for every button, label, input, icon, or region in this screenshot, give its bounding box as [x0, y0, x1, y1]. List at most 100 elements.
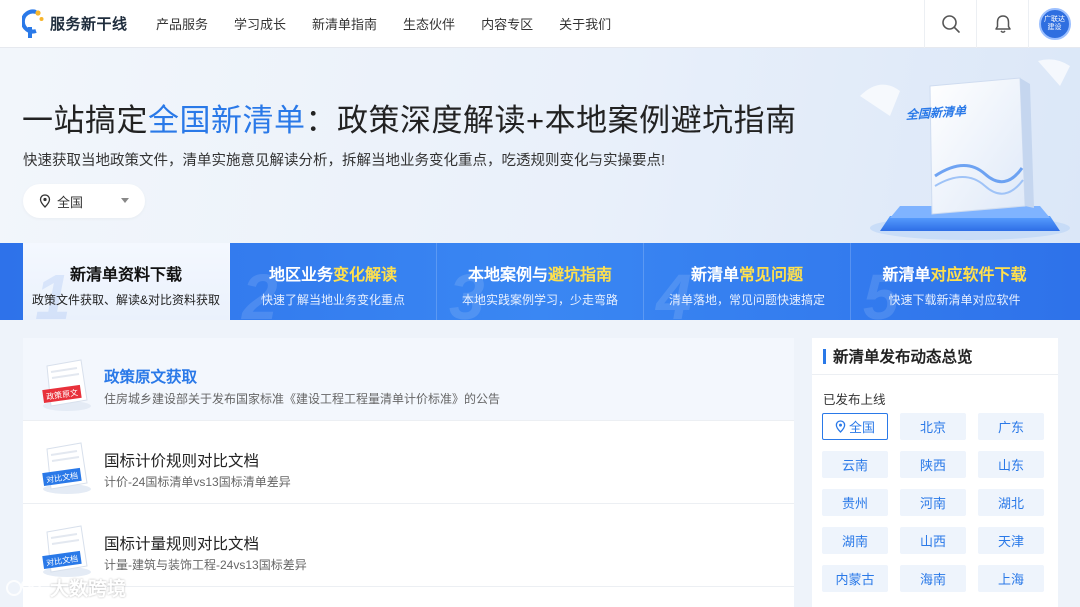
region-button-label: 湖北: [997, 496, 1024, 511]
region-button[interactable]: 山东: [978, 451, 1044, 478]
title-prefix: 一站搞定: [22, 103, 148, 138]
region-button[interactable]: 广东: [978, 413, 1044, 440]
title-highlight: 全国新清单: [148, 103, 306, 138]
notification-button[interactable]: [976, 0, 1028, 48]
tab-local-cases[interactable]: 3 本地案例与避坑指南 本地实践案例学习，少走弯路: [437, 243, 644, 320]
region-button-label: 贵州: [841, 496, 868, 511]
nav-item-new-list-guide[interactable]: 新清单指南: [312, 14, 377, 33]
avatar: 广联达 建设: [1038, 8, 1071, 40]
site-logo[interactable]: 服务新干线: [22, 9, 130, 39]
region-grid: 全国 北京 广东云南 陕西 山东贵州 河南 湖北湖南 山西 天津内蒙古 海南 上海: [822, 413, 1052, 592]
region-button[interactable]: 湖北: [978, 489, 1044, 516]
page-title: 一站搞定全国新清单：政策深度解读+本地案例避坑指南: [22, 95, 797, 140]
tab-title-main: 地区业务: [268, 267, 333, 284]
location-pin-icon: [835, 420, 846, 433]
tab-title-main: 新清单: [882, 267, 931, 284]
region-button[interactable]: 海南: [900, 565, 966, 592]
region-button[interactable]: 河南: [900, 489, 966, 516]
location-pin-icon: [39, 194, 51, 208]
book-illustration-icon: [860, 59, 1070, 240]
region-select[interactable]: 全国: [23, 184, 145, 218]
nav-item-products[interactable]: 产品服务: [156, 14, 208, 33]
search-icon: [941, 15, 960, 33]
nav-item-learning[interactable]: 学习成长: [234, 14, 286, 33]
watermark: 大数跨境: [6, 574, 126, 601]
tab-title-main: 新清单: [690, 267, 739, 284]
doc-title: 国标计价规则对比文档: [104, 453, 260, 470]
list-item[interactable]: 对比文档 国标计价规则对比文档 计价-24国标清单vs13国标清单差异: [23, 421, 794, 504]
tab-region-changes[interactable]: 2 地区业务变化解读 快速了解当地业务变化重点: [230, 243, 437, 320]
list-item[interactable]: 对比文档 国标计量规则对比文档 计量-建筑与装饰工程-24vs13国标差异: [23, 504, 794, 587]
release-overview-panel: 新清单发布动态总览 已发布上线 全国 北京 广东云南 陕西 山东贵州 河南 湖北湖南 山西 天津…: [812, 338, 1058, 607]
user-menu[interactable]: 广联达 建设: [1028, 0, 1080, 48]
region-button-label: 天津: [997, 534, 1024, 549]
tab-title: 地区业务变化解读: [230, 261, 436, 285]
doc-desc: 计量-建筑与装饰工程-24vs13国标差异: [104, 558, 307, 572]
header-accent-bar: [823, 348, 826, 364]
document-icon: 对比文档: [42, 525, 91, 577]
region-button[interactable]: 云南: [822, 451, 888, 478]
tab-title: 新清单资料下载: [23, 261, 229, 285]
tab-new-list-download[interactable]: 1 新清单资料下载 政策文件获取、解读&对比资料获取: [23, 243, 230, 320]
category-tabs: 1 新清单资料下载 政策文件获取、解读&对比资料获取 2 地区业务变化解读 快速…: [0, 243, 1080, 320]
watermark-logo-icon: [6, 579, 41, 596]
list-item[interactable]: 政策原文 政策原文获取 住房城乡建设部关于发布国家标准《建设工程工程量清单计价标…: [23, 338, 794, 421]
doc-desc: 住房城乡建设部关于发布国家标准《建设工程工程量清单计价标准》的公告: [104, 392, 501, 406]
tab-title-accent: 变化解读: [333, 267, 398, 284]
tab-title-main: 新清单资料下载: [69, 267, 182, 284]
nav-item-content[interactable]: 内容专区: [481, 14, 533, 33]
tab-software-download[interactable]: 5 新清单对应软件下载 快速下载新清单对应软件: [851, 243, 1058, 320]
region-button-label: 全国: [848, 420, 875, 435]
tab-subtitle: 快速了解当地业务变化重点: [260, 293, 405, 307]
region-button-label: 北京: [919, 420, 946, 435]
region-button-label: 内蒙古: [835, 572, 875, 587]
region-button[interactable]: 北京: [900, 413, 966, 440]
nav-item-about[interactable]: 关于我们: [559, 14, 611, 33]
document-icon: 对比文档: [42, 442, 91, 494]
region-button-label: 山东: [997, 458, 1024, 473]
region-button-label: 陕西: [919, 458, 946, 473]
nav-item-partners[interactable]: 生态伙伴: [403, 14, 455, 33]
region-select-value: 全国: [57, 194, 84, 210]
tab-subtitle: 清单落地，常见问题快速搞定: [668, 293, 825, 307]
page-subtitle: 快速获取当地政策文件，清单实施意见解读分析，拆解当地业务变化重点，吃透规则变化与…: [23, 153, 666, 169]
region-button[interactable]: 全国: [822, 413, 888, 440]
panel-title: 新清单发布动态总览: [833, 349, 973, 366]
tab-subtitle: 政策文件获取、解读&对比资料获取: [31, 293, 220, 307]
logo-icon: [22, 9, 44, 38]
search-button[interactable]: [924, 0, 976, 48]
header-actions: 广联达 建设: [924, 0, 1080, 48]
top-header: 服务新干线 产品服务 学习成长 新清单指南 生态伙伴 内容专区 关于我们 广联达…: [0, 0, 1080, 48]
region-button-label: 上海: [997, 572, 1024, 587]
panel-header: 新清单发布动态总览: [812, 338, 1058, 375]
chevron-down-icon: [121, 198, 129, 203]
title-suffix: ：政策深度解读+本地案例避坑指南: [305, 103, 797, 138]
region-button-label: 河南: [919, 496, 946, 511]
region-button[interactable]: 贵州: [822, 489, 888, 516]
region-button-label: 湖南: [841, 534, 868, 549]
document-list: 政策原文 政策原文获取 住房城乡建设部关于发布国家标准《建设工程工程量清单计价标…: [23, 338, 794, 607]
tab-subtitle: 本地实践案例学习，少走弯路: [461, 293, 618, 307]
region-button[interactable]: 天津: [978, 527, 1044, 554]
tab-title: 本地案例与避坑指南: [437, 261, 643, 285]
region-button[interactable]: 上海: [978, 565, 1044, 592]
doc-title: 政策原文获取: [104, 369, 198, 386]
released-label: 已发布上线: [823, 393, 886, 407]
tab-faq[interactable]: 4 新清单常见问题 清单落地，常见问题快速搞定: [644, 243, 851, 320]
tab-title: 新清单对应软件下载: [851, 261, 1058, 285]
region-button[interactable]: 山西: [900, 527, 966, 554]
tab-title-accent: 常见问题: [739, 267, 804, 284]
doc-title: 国标计量规则对比文档: [104, 536, 260, 553]
watermark-text: 大数跨境: [50, 579, 127, 600]
region-button[interactable]: 湖南: [822, 527, 888, 554]
hero-banner: 一站搞定全国新清单：政策深度解读+本地案例避坑指南 快速获取当地政策文件，清单实…: [0, 48, 1080, 243]
region-button[interactable]: 内蒙古: [822, 565, 888, 592]
tab-title-accent: 避坑指南: [548, 267, 613, 284]
tab-title: 新清单常见问题: [644, 261, 850, 285]
region-button[interactable]: 陕西: [900, 451, 966, 478]
region-button-label: 广东: [997, 420, 1024, 435]
tab-title-accent: 对应软件下载: [930, 267, 1027, 284]
region-button-label: 山西: [919, 534, 946, 549]
logo-text: 服务新干线: [50, 16, 128, 33]
bell-icon: [994, 15, 1011, 33]
